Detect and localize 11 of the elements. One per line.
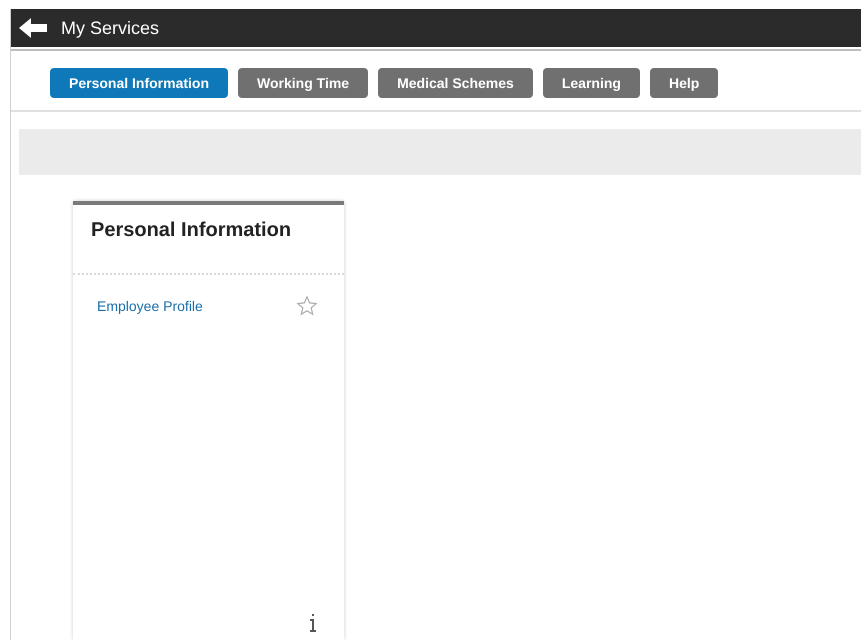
card-title: Personal Information xyxy=(90,218,292,243)
info-icon[interactable] xyxy=(309,614,317,632)
star-icon[interactable] xyxy=(296,295,318,317)
service-link[interactable]: Employee Profile xyxy=(97,296,203,316)
tab[interactable]: Personal Information xyxy=(50,68,228,98)
back-arrow-icon[interactable] xyxy=(19,18,47,38)
tab[interactable]: Medical Schemes xyxy=(378,68,533,98)
tab[interactable]: Help xyxy=(650,68,718,98)
tab[interactable]: Working Time xyxy=(238,68,368,98)
tab[interactable]: Learning xyxy=(542,68,640,98)
header-title: My Services xyxy=(61,16,160,40)
